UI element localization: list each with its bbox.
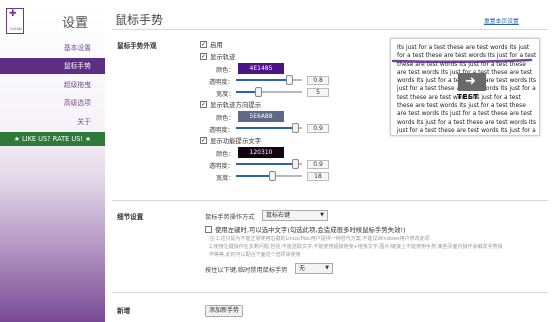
disable-key-label: 按住以下键,临时禁用鼠标手势	[205, 267, 288, 274]
trigger-label: 鼠标手势操作方式	[205, 214, 255, 221]
gesture-label: TEST	[457, 92, 479, 101]
text-opacity-slider[interactable]	[236, 159, 302, 169]
sidebar-item-basic-settings[interactable]: 基本设置	[0, 40, 105, 56]
gesture-preview: Its just for a test these are test words…	[390, 38, 540, 136]
text-color-picker[interactable]: 120310	[238, 147, 284, 158]
plus-icon: ✚	[9, 9, 17, 19]
check-icon: ✓	[200, 52, 207, 60]
direction-opacity-label: 透明度：	[209, 127, 234, 134]
show-trail-checkbox[interactable]: ✓ 显示轨迹	[200, 52, 236, 61]
text-width-value[interactable]: 18	[307, 172, 329, 181]
sidebar-item-super-drag[interactable]: 超级拖曳	[0, 77, 105, 93]
slider-thumb[interactable]	[292, 159, 300, 169]
checkbox-box	[205, 226, 212, 233]
trail-color-label: 颜色：	[216, 67, 235, 74]
text-width-label: 宽度：	[216, 175, 235, 182]
logo-tag: CLEAN	[10, 27, 22, 31]
direction-opacity-value[interactable]: 0.9	[307, 124, 329, 133]
chevron-down-icon: ▼	[325, 265, 329, 271]
app-logo: ✚ CLEAN	[6, 8, 24, 34]
trail-color-picker[interactable]: 4E1485	[238, 63, 284, 74]
text-width-slider[interactable]	[236, 171, 302, 181]
arrow-right-icon: ➜	[465, 74, 476, 89]
reset-page-settings-link[interactable]: 重置本页设置	[484, 16, 519, 25]
gesture-direction-box: ➜	[458, 73, 486, 91]
direction-color-picker[interactable]: 5E6A88	[238, 111, 284, 122]
direction-color-label: 颜色：	[216, 115, 235, 122]
trail-width-slider[interactable]	[236, 87, 302, 97]
rate-us-label: LIKE US? RATE US!	[21, 135, 84, 143]
trail-width-value[interactable]: 5	[307, 88, 329, 97]
trail-opacity-slider[interactable]	[236, 75, 302, 85]
direction-opacity-slider[interactable]	[236, 123, 302, 133]
note-line: 作等等,此时可以配合下面这个选项来使用	[209, 252, 301, 258]
slider-thumb[interactable]	[269, 171, 277, 181]
check-icon: ✓	[200, 100, 207, 108]
text-opacity-value[interactable]: 0.9	[307, 160, 329, 169]
add-gesture-button[interactable]: 添加新手势	[205, 305, 243, 317]
star-icon: ★	[85, 135, 92, 143]
sidebar-item-mouse-gestures[interactable]: 鼠标手势	[0, 58, 105, 74]
enable-checkbox[interactable]: ✓ 启用	[200, 40, 223, 49]
trail-width-label: 宽度：	[216, 91, 235, 98]
chevron-down-icon: ▼	[320, 212, 324, 218]
appearance-section-label: 鼠标手势外观	[117, 42, 157, 50]
disable-key-select[interactable]: 无 ▼	[295, 263, 333, 274]
section-divider	[112, 200, 548, 201]
section-divider	[112, 292, 548, 293]
show-direction-checkbox[interactable]: ✓ 显示轨迹方向提示	[200, 100, 261, 109]
note-line: 2,使用左键操作在多数问题,包括,不能选取文字,不能使用超级拖曳+拖曳文字,图片…	[209, 244, 503, 250]
text-opacity-label: 透明度：	[209, 163, 234, 170]
trail-opacity-label: 透明度：	[209, 79, 234, 86]
add-section-label: 新增	[117, 307, 131, 315]
sidebar-item-advanced-options[interactable]: 高级选项	[0, 95, 105, 111]
app-title: 设置	[62, 16, 89, 31]
check-icon: ✓	[200, 40, 207, 48]
slider-thumb[interactable]	[285, 75, 293, 85]
star-icon: ★	[13, 135, 20, 143]
note-line: 注:1,这只是为不能正常使用右键的Linux/Mac用户提供一种替代方案,不建议…	[209, 236, 432, 242]
check-icon: ✓	[200, 136, 207, 144]
rate-us-button[interactable]: ★ LIKE US? RATE US! ★	[0, 132, 105, 146]
page-title: 鼠标手势	[115, 13, 164, 27]
text-color-label: 颜色：	[216, 151, 235, 158]
trail-opacity-value[interactable]: 0.8	[307, 76, 329, 85]
slider-thumb[interactable]	[292, 123, 300, 133]
trigger-select[interactable]: 鼠标右键 ▼	[262, 210, 328, 221]
left-button-checkbox[interactable]: 使用左键时,可以选中文字(勾选此项,会造成很多时候鼠标手势失效!)	[205, 225, 406, 234]
slider-thumb[interactable]	[254, 87, 262, 97]
details-section-label: 细节设置	[117, 213, 144, 221]
sidebar-item-about[interactable]: 关于	[0, 114, 105, 130]
header-divider	[112, 29, 548, 30]
show-text-checkbox[interactable]: ✓ 显示功能提示文字	[200, 136, 261, 145]
